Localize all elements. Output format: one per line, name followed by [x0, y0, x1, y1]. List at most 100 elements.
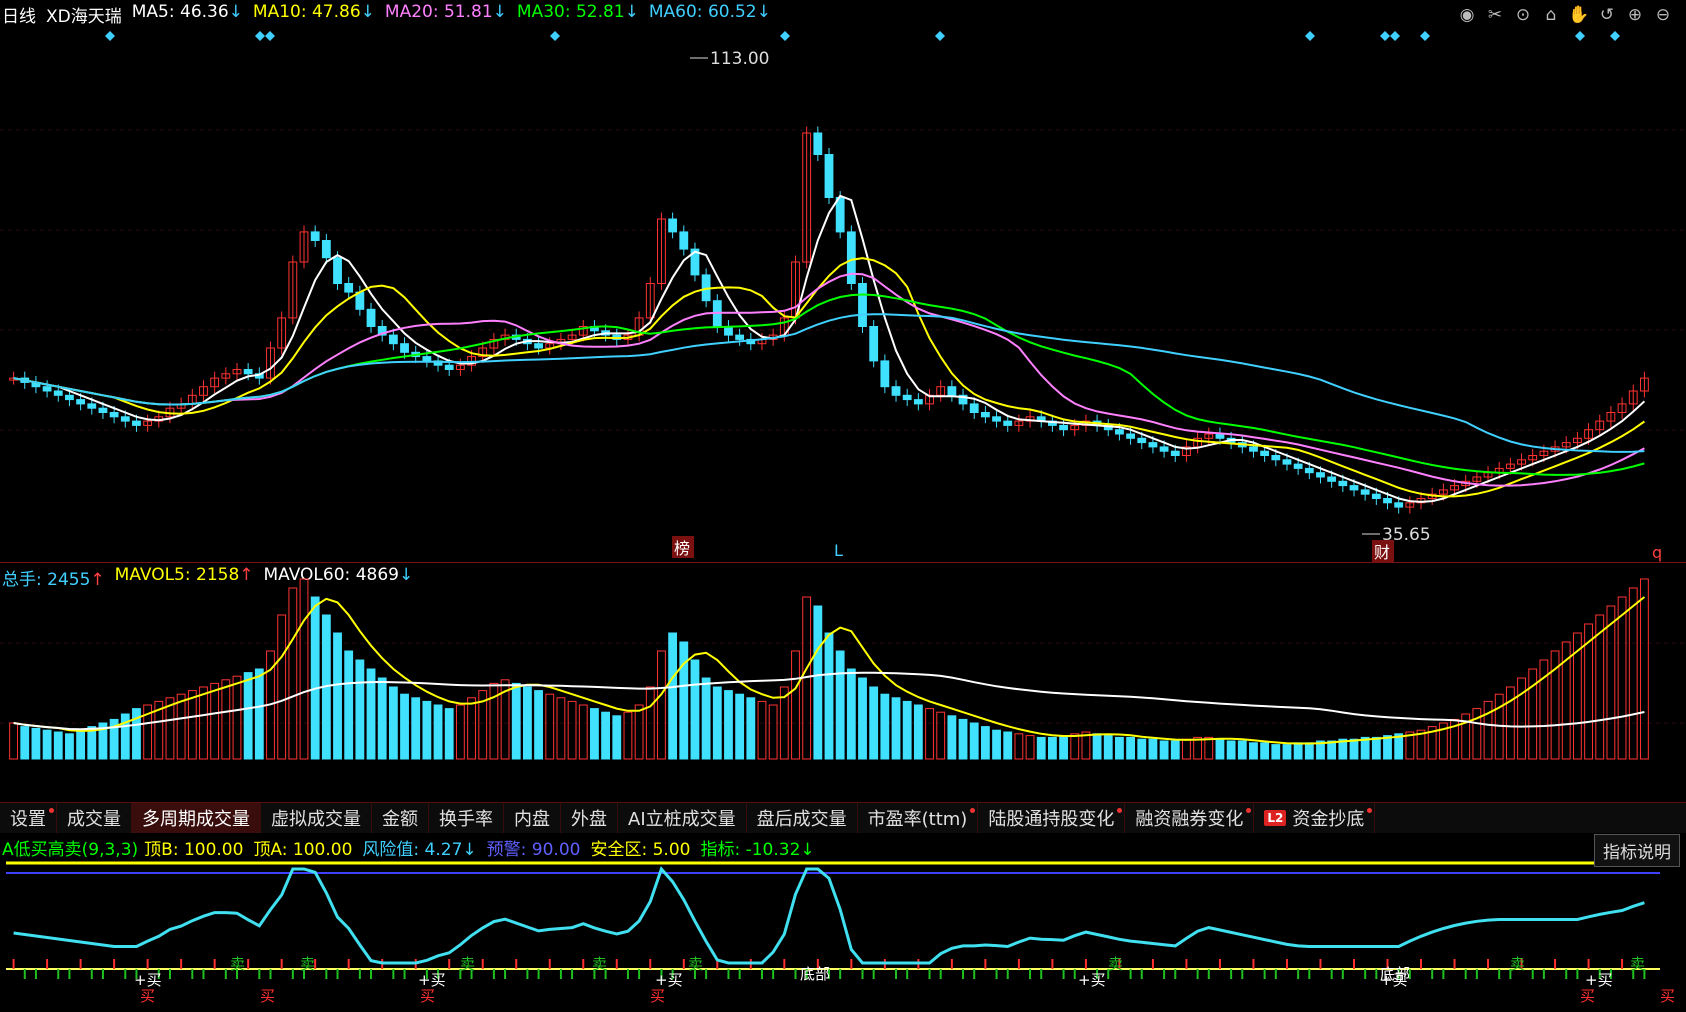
- add-buy-signal: +买: [655, 971, 683, 989]
- volume-bar: [1237, 740, 1247, 760]
- volume-bar: [1159, 740, 1169, 760]
- signal-diamond: [1380, 31, 1390, 41]
- volume-bar: [1036, 736, 1046, 760]
- volume-bar: [869, 686, 879, 760]
- candle: [1360, 489, 1370, 495]
- volume-bar: [221, 679, 231, 760]
- candle: [1293, 463, 1303, 469]
- price-chart-panel[interactable]: 日线 XD海天瑞 MA5: 46.36↓ MA10: 47.86↓ MA20: …: [0, 0, 1686, 562]
- volume-bar: [1595, 614, 1605, 760]
- buy-signal: 买: [1660, 987, 1675, 1005]
- volume-bar: [344, 650, 354, 760]
- candle: [98, 407, 108, 414]
- signal-diamond: [780, 31, 790, 41]
- candle: [1327, 476, 1337, 482]
- volume-bar: [846, 668, 856, 760]
- signal-diamond: [265, 31, 275, 41]
- candle: [76, 399, 86, 405]
- candle: [824, 154, 834, 198]
- candle: [310, 231, 320, 241]
- tab-northbound-holdings[interactable]: 陆股通持股变化: [978, 803, 1126, 833]
- candle: [1148, 442, 1158, 448]
- candle: [813, 132, 823, 155]
- ma60-line: [13, 313, 1645, 453]
- volume-bar: [422, 700, 432, 760]
- tab-volume[interactable]: 成交量: [57, 803, 132, 833]
- volume-bar: [724, 690, 733, 760]
- marker-rank[interactable]: 榜: [674, 539, 690, 558]
- candle: [243, 369, 253, 375]
- indicator-panel[interactable]: A低买高卖(9,3,3) 顶B: 100.00 顶A: 100.00 风险值: …: [0, 833, 1686, 1012]
- candle: [1059, 424, 1068, 431]
- volume-bar: [277, 614, 287, 760]
- sell-signal: 卖: [460, 955, 475, 973]
- volume-panel[interactable]: 总手: 2455↑ MAVOL5: 2158↑ MAVOL60: 4869↓: [0, 562, 1686, 803]
- marker-finance[interactable]: 财: [1374, 543, 1390, 562]
- marker-q[interactable]: q: [1652, 543, 1662, 562]
- tab-fund-bottom[interactable]: L2 资金抄底: [1254, 803, 1376, 833]
- volume-bar: [1383, 735, 1392, 760]
- volume-bar: [657, 650, 666, 760]
- volume-bar: [757, 700, 767, 760]
- candle: [846, 231, 856, 284]
- candle: [668, 218, 678, 233]
- volume-bar: [9, 722, 18, 760]
- tab-multi-period-volume[interactable]: 多周期成交量: [132, 803, 261, 833]
- candle: [65, 394, 74, 401]
- candle: [87, 403, 97, 409]
- signal-diamond: [1305, 31, 1315, 41]
- volume-bar: [902, 700, 912, 760]
- candle: [1271, 455, 1281, 461]
- candle: [388, 334, 398, 345]
- tab-settings[interactable]: 设置: [0, 803, 57, 833]
- tab-margin-trading[interactable]: 融资融券变化: [1125, 803, 1255, 833]
- volume-bar: [835, 650, 845, 760]
- tab-ai-volume[interactable]: AI立桩成交量: [618, 803, 747, 833]
- volume-bar: [210, 682, 220, 760]
- volume-bar: [634, 704, 644, 760]
- candle: [333, 257, 342, 285]
- volume-bar: [1025, 735, 1035, 760]
- volume-bar: [1483, 700, 1493, 760]
- candle: [880, 360, 890, 388]
- volume-bar: [176, 693, 186, 760]
- candle: [1349, 485, 1359, 491]
- indicator-help-button[interactable]: 指标说明: [1594, 834, 1680, 867]
- volume-bar: [355, 659, 365, 760]
- tab-pe-ttm[interactable]: 市盈率(ttm): [858, 803, 979, 833]
- indicator-tab-bar: 设置 成交量 多周期成交量 虚拟成交量 金额 换手率 内盘 外盘 AI立桩成交量…: [0, 802, 1686, 834]
- volume-bar: [992, 729, 1001, 760]
- buy-signal: 买: [260, 987, 275, 1005]
- volume-bar: [53, 731, 63, 760]
- add-buy-signal: +买: [418, 971, 446, 989]
- volume-bar: [1047, 736, 1057, 760]
- volume-bar: [936, 711, 946, 760]
- volume-bar: [679, 641, 689, 760]
- tab-virtual-volume[interactable]: 虚拟成交量: [261, 803, 372, 833]
- marker-l[interactable]: L: [834, 541, 843, 560]
- volume-bar: [1528, 668, 1538, 760]
- volume-bar: [1640, 578, 1649, 760]
- tab-turnover[interactable]: 换手率: [429, 803, 504, 833]
- tab-amount[interactable]: 金额: [372, 803, 429, 833]
- candle: [321, 240, 331, 259]
- candle: [1316, 472, 1325, 478]
- candle: [735, 334, 745, 340]
- tab-after-hours-volume[interactable]: 盘后成交量: [747, 803, 858, 833]
- tab-outer-volume[interactable]: 外盘: [561, 803, 618, 833]
- sell-signal: 卖: [300, 955, 315, 973]
- candle: [400, 343, 409, 353]
- candle: [869, 326, 879, 362]
- volume-bar: [76, 729, 86, 760]
- volume-bar: [534, 690, 543, 760]
- tab-inner-volume[interactable]: 内盘: [504, 803, 561, 833]
- volume-bar: [880, 693, 890, 760]
- volume-bar: [433, 704, 443, 760]
- candle: [42, 386, 52, 392]
- buy-signal: 买: [140, 987, 155, 1005]
- volume-bar: [400, 693, 409, 760]
- add-buy-signal: +买: [134, 971, 162, 989]
- candle: [947, 386, 957, 396]
- volume-bar: [1148, 738, 1158, 760]
- candle: [1170, 450, 1180, 457]
